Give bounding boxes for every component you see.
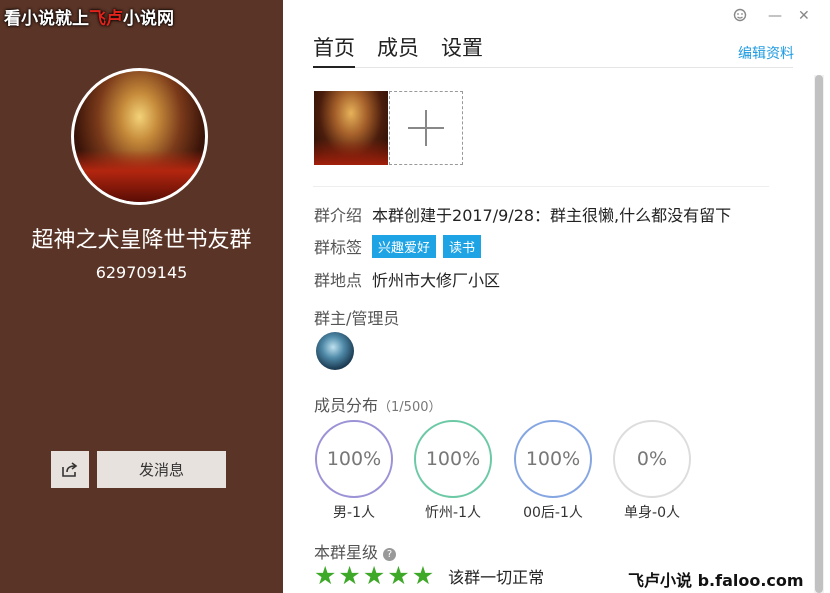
admin-avatar[interactable] (316, 332, 354, 370)
tab-settings[interactable]: 设置 (441, 32, 483, 68)
watermark-text-end: 小说网 (123, 9, 174, 29)
main-panel: — ✕ 首页 成员 设置 编辑资料 群介绍 本群创建于2017/9/28：群主很… (283, 0, 830, 593)
star-rating: ★ ★ ★ ★ ★ 该群一切正常 (314, 563, 544, 588)
star-icon: ★ (387, 561, 410, 590)
send-message-button[interactable]: 发消息 (97, 451, 226, 488)
watermark: 看小说就上飞卢小说网 (4, 4, 174, 29)
share-icon (62, 461, 78, 477)
group-avatar-image (74, 71, 205, 202)
skin-icon[interactable] (733, 8, 747, 26)
minimize-button[interactable]: — (768, 8, 782, 24)
tags-label: 群标签 (314, 238, 363, 257)
tab-bar: 首页 成员 设置 (313, 32, 793, 68)
tags-row: 群标签 兴趣爱好 读书 (314, 234, 488, 258)
stat-label: 00后-1人 (523, 505, 583, 521)
location-value: 忻州市大修厂小区 (372, 271, 501, 290)
scroll-thumb[interactable] (815, 75, 823, 593)
location-label: 群地点 (314, 271, 363, 290)
share-button[interactable] (51, 451, 89, 488)
stat-label: 男-1人 (333, 505, 375, 521)
group-id: 629709145 (95, 263, 188, 282)
star-icon: ★ (314, 561, 337, 590)
intro-label: 群介绍 (314, 206, 363, 225)
plus-icon (408, 110, 444, 146)
intro-row: 群介绍 本群创建于2017/9/28：群主很懒,什么都没有留下 (314, 202, 731, 226)
watermark-brand: 飞卢 (89, 9, 123, 29)
stat-circle-location: 100% (414, 420, 492, 498)
stat-value: 100% (425, 448, 481, 470)
group-avatar[interactable] (71, 68, 208, 205)
rating-title: 本群星级? (314, 539, 397, 563)
tab-home[interactable]: 首页 (313, 32, 355, 68)
tag-badge[interactable]: 兴趣爱好 (372, 234, 437, 258)
scrollbar[interactable] (814, 75, 824, 593)
star-icon: ★ (411, 561, 435, 590)
group-photo[interactable] (314, 91, 388, 165)
star-icon: ★ (362, 561, 386, 590)
divider (313, 186, 769, 187)
stat-label: 单身-0人 (624, 505, 680, 521)
stat-circle-single: 0% (613, 420, 691, 498)
watermark-text: 看小说就上 (4, 9, 89, 29)
add-photo-button[interactable] (389, 91, 463, 165)
members-count: （1/500） (378, 400, 442, 415)
tab-members[interactable]: 成员 (377, 32, 419, 68)
stat-value: 0% (636, 448, 668, 470)
left-panel: 超神之犬皇降世书友群 629709145 发消息 (0, 0, 283, 593)
rating-status: 该群一切正常 (448, 567, 545, 587)
intro-value: 本群创建于2017/9/28：群主很懒,什么都没有留下 (372, 206, 732, 225)
help-icon[interactable]: ? (383, 548, 397, 561)
edit-profile-link[interactable]: 编辑资料 (738, 43, 794, 63)
tag-badge[interactable]: 读书 (443, 234, 482, 258)
admins-title: 群主/管理员 (314, 309, 400, 328)
members-title: 成员分布（1/500） (314, 392, 441, 416)
rating-title-text: 本群星级 (314, 543, 379, 562)
location-row: 群地点 忻州市大修厂小区 (314, 267, 500, 291)
stat-label: 忻州-1人 (425, 505, 481, 521)
group-name: 超神之犬皇降世书友群 (31, 228, 252, 253)
stat-value: 100% (525, 448, 581, 470)
stat-circle-age: 100% (514, 420, 592, 498)
stat-circle-gender: 100% (315, 420, 393, 498)
stat-value: 100% (326, 448, 382, 470)
members-title-text: 成员分布 (314, 396, 379, 415)
brand-watermark: 飞卢小说 b.faloo.com (628, 571, 804, 590)
star-icon: ★ (338, 561, 361, 590)
close-button[interactable]: ✕ (798, 8, 810, 24)
